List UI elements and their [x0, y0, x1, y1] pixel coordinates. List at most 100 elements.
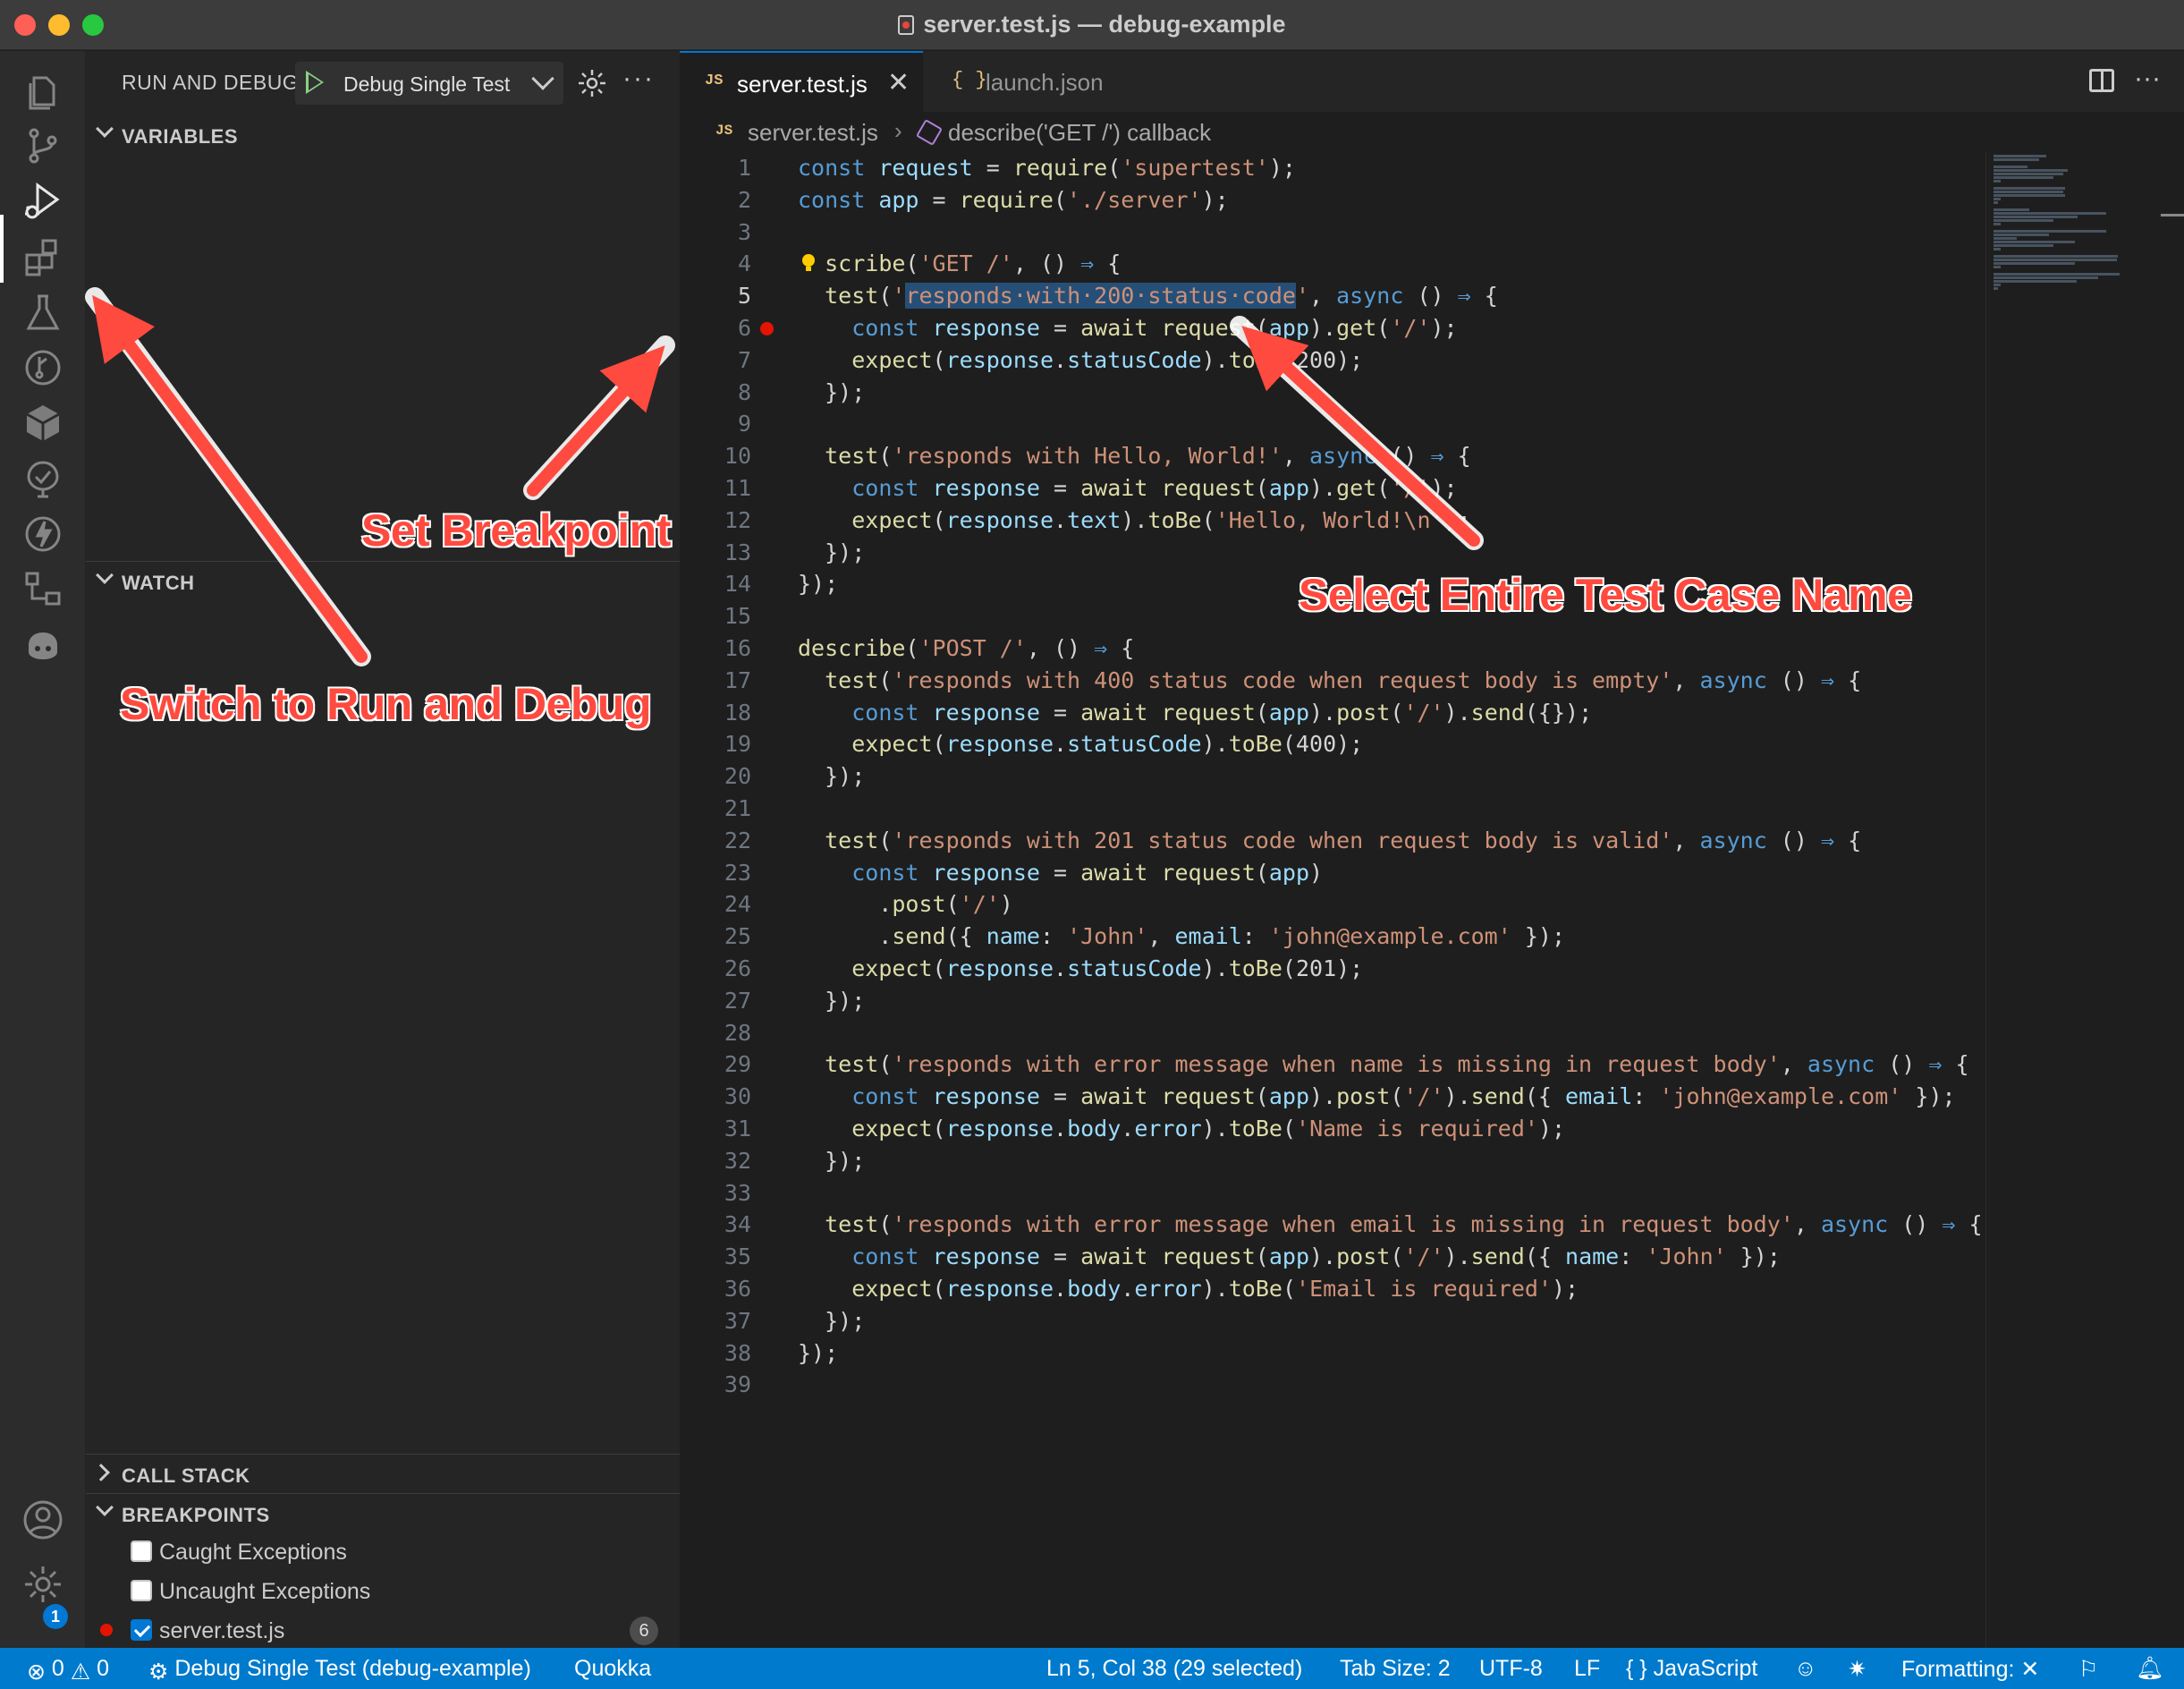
line-number: 36: [724, 1276, 751, 1302]
more-actions-icon[interactable]: ···: [622, 64, 655, 94]
cursor-position[interactable]: Ln 5, Col 38 (29 selected): [1046, 1656, 1302, 1682]
run-debug-icon[interactable]: [21, 180, 64, 223]
code-line[interactable]: 34 test('responds with error message whe…: [680, 1208, 1985, 1240]
server-test-breakpoint-checkbox[interactable]: [131, 1619, 152, 1641]
lightbulb-icon[interactable]: [800, 252, 817, 272]
tab-size[interactable]: Tab Size: 2: [1340, 1656, 1451, 1682]
code-line[interactable]: 31 expect(response.body.error).toBe('Nam…: [680, 1112, 1985, 1144]
breadcrumb-symbol[interactable]: describe('GET /') callback: [948, 119, 1211, 147]
code-line[interactable]: 8 });: [680, 376, 1985, 408]
formatting-status[interactable]: Formatting: ✕: [1901, 1656, 2039, 1683]
code-text: scribe('GET /', () ⇒ {: [825, 250, 1122, 277]
sidebar-title: RUN AND DEBUG: [122, 71, 300, 94]
chevron-down-icon[interactable]: [531, 67, 554, 90]
code-line[interactable]: 1 const request = require('supertest');: [680, 151, 1985, 183]
code-line[interactable]: 2 const app = require('./server');: [680, 183, 1985, 216]
chevron-down-icon: [96, 1498, 114, 1516]
code-line[interactable]: 28: [680, 1016, 1985, 1048]
code-line[interactable]: 25 .send({ name: 'John', email: 'john@ex…: [680, 920, 1985, 952]
open-launch-json-gear-icon[interactable]: [576, 67, 608, 99]
source-control-icon[interactable]: [21, 124, 64, 167]
breakpoint-uncaught-exceptions[interactable]: Uncaught Exceptions: [86, 1572, 680, 1609]
language-mode[interactable]: { } JavaScript: [1626, 1656, 1757, 1682]
code-line[interactable]: 24 .post('/'): [680, 887, 1985, 920]
tab-launch-json[interactable]: { } launch.json: [923, 51, 1191, 112]
breakpoint-caught-exceptions[interactable]: Caught Exceptions: [86, 1532, 680, 1570]
minimap-line: [1994, 201, 1998, 204]
copilot-status-icon[interactable]: ☺: [1794, 1656, 1817, 1682]
caught-exceptions-checkbox[interactable]: [131, 1540, 152, 1562]
tab-label: server.test.js: [737, 71, 868, 98]
watch-section-header[interactable]: WATCH: [86, 561, 680, 600]
debug-config-status[interactable]: ⚙ Debug Single Test (debug-example): [148, 1656, 531, 1685]
breakpoint-gutter-icon[interactable]: [760, 322, 774, 335]
line-number: 39: [724, 1371, 751, 1398]
start-debugging-icon[interactable]: [306, 71, 324, 94]
code-line[interactable]: 35 const response = await request(app).p…: [680, 1240, 1985, 1272]
lightning-icon[interactable]: [21, 513, 64, 556]
extensions-icon[interactable]: [21, 235, 64, 278]
tab-server-test-js[interactable]: JS server.test.js ✕: [680, 51, 923, 112]
code-line[interactable]: 22 test('responds with 201 status code w…: [680, 824, 1985, 856]
more-actions-icon[interactable]: ···: [2134, 64, 2161, 94]
code-line[interactable]: 33: [680, 1176, 1985, 1209]
sparkle-icon[interactable]: ✷: [1848, 1656, 1867, 1683]
breakpoint-file-entry[interactable]: server.test.js 6: [86, 1611, 680, 1649]
code-line[interactable]: 19 expect(response.statusCode).toBe(400)…: [680, 727, 1985, 760]
remote-icon[interactable]: [21, 457, 64, 500]
manage-gear-icon[interactable]: [21, 1563, 64, 1606]
code-line[interactable]: 21: [680, 792, 1985, 824]
encoding[interactable]: UTF-8: [1479, 1656, 1543, 1682]
code-line[interactable]: 4 scribe('GET /', () ⇒ {: [680, 247, 1985, 279]
account-icon[interactable]: [21, 1498, 64, 1541]
testing-icon[interactable]: [21, 291, 64, 334]
feedback-icon[interactable]: ⚐: [2078, 1656, 2098, 1683]
code-line[interactable]: 9: [680, 407, 1985, 439]
problems-indicator[interactable]: ⊗ 0 ⚠ 0: [27, 1656, 109, 1685]
code-line[interactable]: 12 expect(response.text).toBe('Hello, Wo…: [680, 504, 1985, 536]
code-line[interactable]: 18 const response = await request(app).p…: [680, 696, 1985, 728]
code-editor[interactable]: 1 const request = require('supertest'); 2 c…: [680, 151, 1985, 1648]
git-graph-icon[interactable]: [21, 346, 64, 389]
language-label: JavaScript: [1653, 1656, 1758, 1681]
code-line[interactable]: 17 test('responds with 400 status code w…: [680, 664, 1985, 696]
minimap[interactable]: [1985, 151, 2184, 1648]
code-line[interactable]: 3: [680, 216, 1985, 248]
notifications-bell-icon[interactable]: 🔔︎: [2136, 1656, 2164, 1682]
debug-config-dropdown[interactable]: Debug Single Test: [295, 62, 563, 105]
code-line[interactable]: 16 describe('POST /', () ⇒ {: [680, 632, 1985, 664]
package-icon[interactable]: [21, 402, 64, 445]
minimap-line: [1994, 273, 2120, 276]
code-line[interactable]: 38});: [680, 1337, 1985, 1369]
breadcrumb-file[interactable]: server.test.js: [748, 119, 878, 147]
code-line[interactable]: 20 });: [680, 760, 1985, 792]
call-stack-section-header[interactable]: CALL STACK: [86, 1454, 680, 1493]
uncaught-exceptions-checkbox[interactable]: [131, 1580, 152, 1601]
code-line[interactable]: 5 test('responds·with·200·status·code', …: [680, 279, 1985, 311]
code-line[interactable]: 7 expect(response.statusCode).toBe(200);: [680, 344, 1985, 376]
code-line[interactable]: 11 const response = await request(app).g…: [680, 471, 1985, 504]
code-line[interactable]: 39: [680, 1368, 1985, 1400]
quokka-status[interactable]: Quokka: [574, 1656, 651, 1682]
code-line[interactable]: 37 });: [680, 1304, 1985, 1337]
breakpoints-section-header[interactable]: BREAKPOINTS: [86, 1493, 680, 1532]
code-line[interactable]: 26 expect(response.statusCode).toBe(201)…: [680, 952, 1985, 984]
code-line[interactable]: 23 const response = await request(app): [680, 856, 1985, 888]
minimap-line: [1994, 176, 2054, 179]
code-line[interactable]: 10 test('responds with Hello, World!', a…: [680, 439, 1985, 471]
code-line[interactable]: 30 const response = await request(app).p…: [680, 1080, 1985, 1112]
files-icon[interactable]: [21, 69, 64, 112]
code-line[interactable]: 27 });: [680, 984, 1985, 1016]
code-line[interactable]: 6 const response = await request(app).ge…: [680, 311, 1985, 344]
code-line[interactable]: 36 expect(response.body.error).toBe('Ema…: [680, 1272, 1985, 1304]
diagram-icon[interactable]: [21, 568, 64, 611]
code-line[interactable]: 29 test('responds with error message whe…: [680, 1048, 1985, 1080]
editor-area: JS server.test.js ✕ { } launch.json ··· …: [680, 51, 2184, 1648]
variables-section-header[interactable]: VARIABLES: [86, 115, 680, 155]
close-icon[interactable]: ✕: [887, 67, 910, 98]
code-line[interactable]: 13 });: [680, 536, 1985, 568]
split-editor-icon[interactable]: [2089, 69, 2114, 92]
copilot-icon[interactable]: [21, 624, 64, 666]
code-line[interactable]: 32 });: [680, 1144, 1985, 1176]
end-of-line[interactable]: LF: [1574, 1656, 1600, 1682]
